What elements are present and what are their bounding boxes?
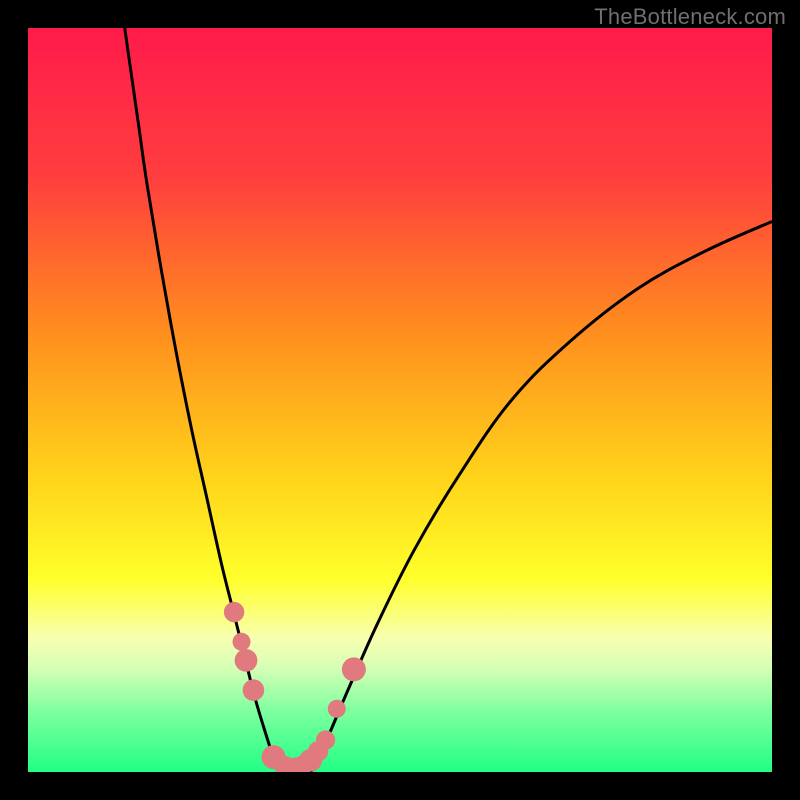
data-marker: [233, 633, 251, 651]
data-marker: [235, 649, 258, 672]
data-marker: [328, 700, 346, 718]
chart-svg: [28, 28, 772, 772]
data-marker: [342, 657, 366, 681]
watermark-text: TheBottleneck.com: [594, 4, 786, 30]
data-marker: [316, 730, 335, 749]
chart-plot-area: [28, 28, 772, 772]
outer-frame: TheBottleneck.com: [0, 0, 800, 800]
data-marker: [224, 602, 244, 622]
data-marker: [243, 679, 265, 701]
